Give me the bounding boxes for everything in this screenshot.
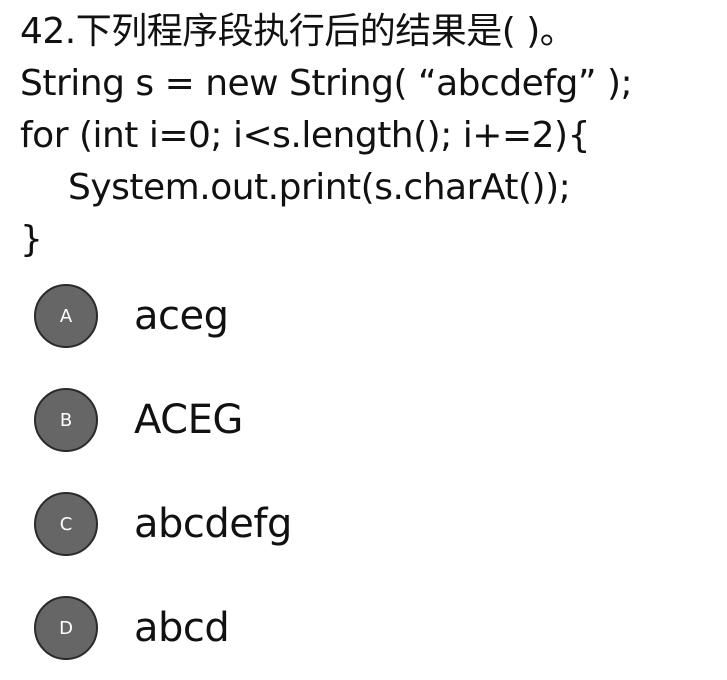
option-c-text: abcdefg (134, 501, 292, 547)
code-line-3: System.out.print(s.charAt()); (68, 167, 571, 208)
option-d[interactable]: D abcd (34, 576, 694, 680)
answer-options: A aceg B ACEG C abcdefg D abcd (34, 264, 694, 680)
code-line-4: } (20, 219, 43, 260)
option-a[interactable]: A aceg (34, 264, 694, 368)
question-text: 42.下列程序段执行后的结果是( )。 String s = new Strin… (20, 6, 720, 266)
option-a-text: aceg (134, 293, 229, 339)
code-line-1: String s = new String( “abcdefg” ); (20, 63, 633, 104)
option-d-text: abcd (134, 605, 230, 651)
question-title: 42.下列程序段执行后的结果是( )。 (20, 11, 576, 52)
option-d-badge[interactable]: D (34, 596, 98, 660)
option-b-text: ACEG (134, 397, 243, 443)
option-b[interactable]: B ACEG (34, 368, 694, 472)
option-c-badge[interactable]: C (34, 492, 98, 556)
option-b-badge[interactable]: B (34, 388, 98, 452)
code-line-2: for (int i=0; i<s.length(); i+=2){ (20, 115, 590, 156)
option-c[interactable]: C abcdefg (34, 472, 694, 576)
option-a-badge[interactable]: A (34, 284, 98, 348)
